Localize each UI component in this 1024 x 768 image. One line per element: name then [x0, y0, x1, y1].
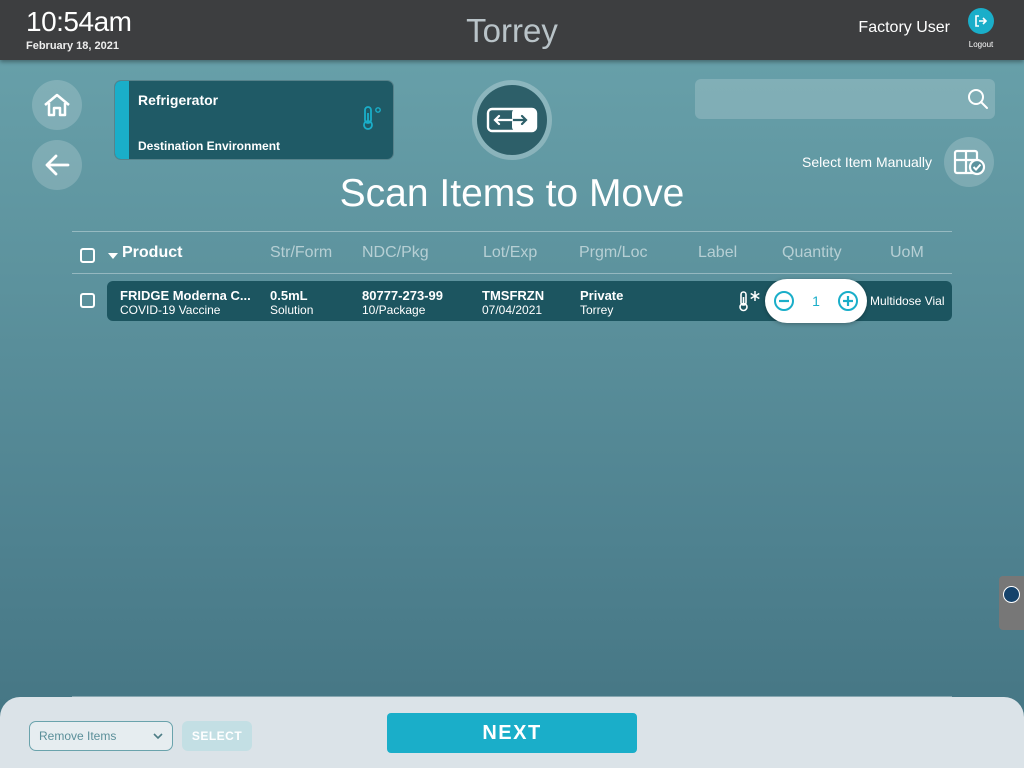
column-header-product[interactable]: Product [122, 244, 182, 262]
side-support-tab[interactable] [999, 576, 1024, 630]
quantity-value[interactable]: 1 [797, 293, 835, 309]
product-program: Private [580, 288, 624, 303]
thermometer-icon [363, 106, 381, 130]
action-dropdown[interactable]: Remove Items [29, 721, 173, 751]
search-input[interactable] [705, 79, 955, 119]
row-checkbox[interactable] [80, 293, 95, 308]
select-button[interactable]: SELECT [182, 721, 252, 751]
search-icon[interactable] [967, 88, 989, 110]
increment-quantity-button[interactable] [837, 290, 859, 312]
table-top-divider [72, 231, 952, 232]
column-header-str-form[interactable]: Str/Form [270, 244, 332, 262]
home-icon [44, 93, 70, 117]
logout-button[interactable] [968, 8, 994, 34]
product-ndc: 80777-273-99 [362, 288, 443, 303]
product-description: COVID-19 Vaccine [120, 303, 221, 317]
environment-subtitle: Destination Environment [138, 139, 281, 153]
product-strength: 0.5mL [270, 288, 308, 303]
sort-desc-icon[interactable] [108, 253, 118, 260]
user-name: Factory User [858, 19, 950, 36]
product-form: Solution [270, 303, 314, 317]
next-button[interactable]: NEXT [387, 713, 637, 753]
product-name: FRIDGE Moderna C... [120, 288, 251, 303]
environment-accent-stripe [115, 81, 129, 159]
product-package: 10/Package [362, 303, 426, 317]
top-bar: 10:54am February 18, 2021 Torrey Factory… [0, 0, 1024, 60]
product-lot: TMSFRZN [482, 288, 545, 303]
table-row[interactable]: FRIDGE Moderna C... COVID-19 Vaccine 0.5… [107, 279, 952, 323]
decrement-quantity-button[interactable] [773, 290, 795, 312]
product-expiration: 07/04/2021 [482, 303, 543, 317]
action-dropdown-value: Remove Items [39, 729, 117, 743]
remote-support-icon [1003, 586, 1020, 603]
column-header-lot-exp[interactable]: Lot/Exp [483, 244, 537, 262]
column-header-prgm-loc[interactable]: Prgm/Loc [579, 244, 647, 262]
home-button[interactable] [32, 80, 82, 130]
logout-icon [975, 15, 988, 27]
page-title: Scan Items to Move [339, 172, 685, 215]
product-location: Torrey [580, 303, 614, 317]
select-all-checkbox[interactable] [80, 248, 95, 263]
column-header-uom[interactable]: UoM [890, 244, 924, 262]
quantity-stepper: 1 [765, 279, 867, 323]
environment-name: Refrigerator [138, 92, 219, 108]
footer-bar: Remove Items SELECT NEXT [0, 697, 1024, 768]
column-header-quantity[interactable]: Quantity [782, 244, 842, 262]
destination-environment-card[interactable]: Refrigerator Destination Environment [114, 80, 394, 160]
select-item-manually-label[interactable]: Select Item Manually [802, 154, 932, 170]
chevron-down-icon [153, 733, 163, 740]
frozen-thermometer-icon [739, 291, 760, 312]
transfer-button[interactable] [472, 80, 552, 160]
transfer-arrows-icon [486, 107, 538, 133]
column-header-ndc-pkg[interactable]: NDC/Pkg [362, 244, 429, 262]
header-divider [72, 273, 952, 274]
search-box [695, 79, 995, 119]
unit-of-measure: Multidose Vial [870, 294, 945, 308]
logout-label: Logout [968, 40, 994, 49]
column-header-label[interactable]: Label [698, 244, 737, 262]
